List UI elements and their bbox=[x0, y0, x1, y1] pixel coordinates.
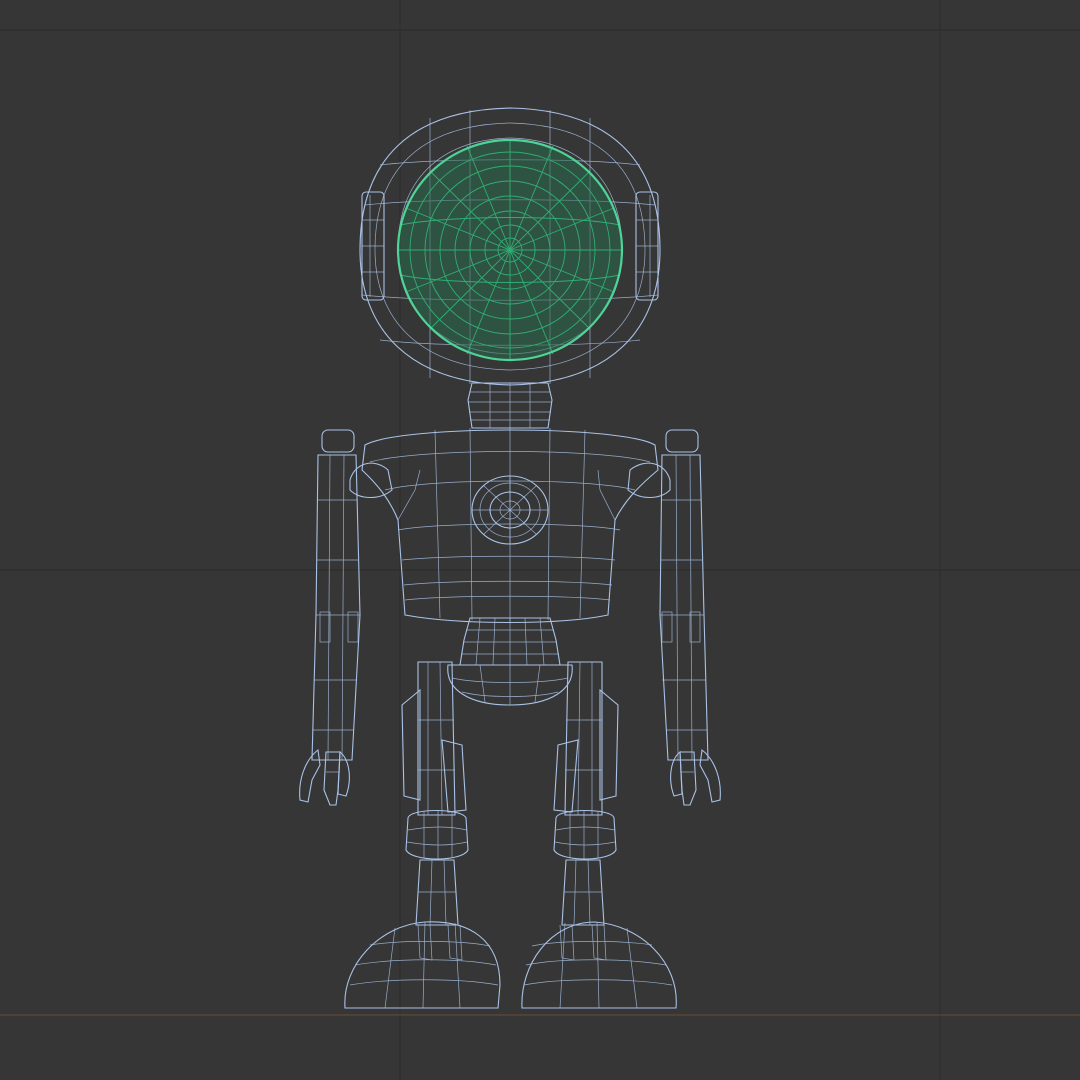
robot-model[interactable] bbox=[299, 107, 721, 1009]
arm-left[interactable] bbox=[311, 429, 361, 761]
ear-left[interactable] bbox=[361, 191, 385, 301]
3d-viewport[interactable] bbox=[0, 0, 1080, 1080]
pelvis[interactable] bbox=[447, 664, 573, 706]
knee-right[interactable] bbox=[553, 810, 617, 860]
chest-emblem[interactable] bbox=[471, 475, 549, 545]
neck[interactable] bbox=[467, 382, 553, 429]
ear-right[interactable] bbox=[635, 191, 659, 301]
arm-right[interactable] bbox=[659, 429, 709, 761]
foot-left[interactable] bbox=[344, 921, 501, 1009]
knee-left[interactable] bbox=[405, 810, 469, 860]
waist[interactable] bbox=[459, 617, 561, 666]
foot-right[interactable] bbox=[521, 921, 677, 1009]
viewport-canvas[interactable] bbox=[0, 0, 1080, 1080]
face-visor[interactable] bbox=[396, 138, 624, 362]
leg-right[interactable] bbox=[553, 661, 619, 926]
leg-left[interactable] bbox=[401, 661, 467, 926]
